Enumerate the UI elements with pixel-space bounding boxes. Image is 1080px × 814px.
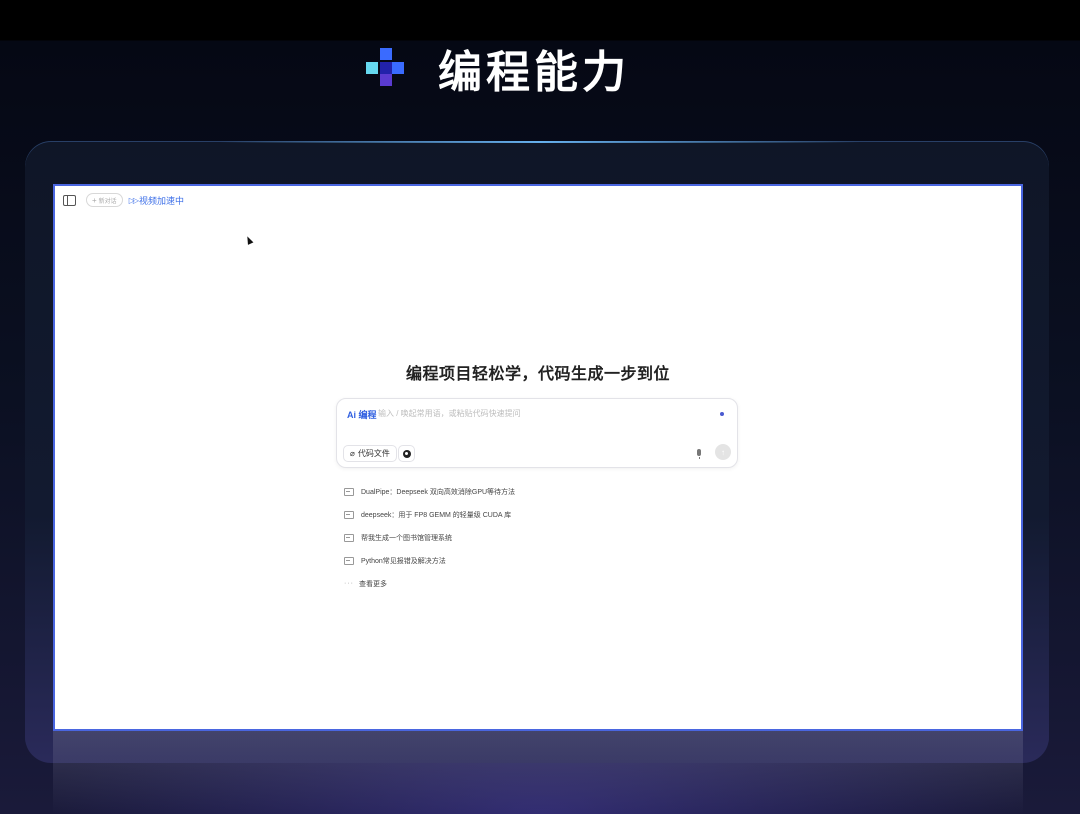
section-heading: 编程能力 (366, 40, 630, 98)
prompt-input[interactable]: 输入 / 唤起常用语，或粘贴代码快速提问 (378, 408, 521, 419)
github-icon (402, 449, 411, 458)
suggestion-item[interactable]: 帮我生成一个图书馆管理系统 (344, 526, 744, 549)
app-screen: + 新对话 ▷▷ 视频加速中 编程项目轻松学，代码生成一步到位 Ai 编程 输入… (53, 184, 1023, 731)
ai-coding-tag: Ai 编程 (347, 410, 377, 420)
logo-square-navy (380, 62, 392, 74)
frame-glow (220, 141, 860, 143)
video-accel-indicator[interactable]: ▷▷ 视频加速中 (129, 194, 184, 207)
new-chat-label: 新对话 (98, 198, 117, 205)
ellipsis-icon: ··· (344, 580, 354, 587)
image-card-icon (344, 510, 354, 519)
plus-icon: + (92, 195, 97, 205)
paperclip-icon: ⌀ (350, 449, 355, 458)
page-title: 编程项目轻松学，代码生成一步到位 (405, 366, 670, 383)
play-forward-icon: ▷▷ (128, 195, 139, 205)
top-black-bar (0, 0, 1080, 40)
screen-reflection (53, 730, 1023, 814)
sidebar-toggle-icon[interactable] (63, 194, 76, 206)
app-toolbar: + 新对话 ▷▷ 视频加速中 (63, 193, 184, 207)
mouse-cursor-icon (244, 235, 254, 245)
github-button[interactable] (398, 445, 415, 462)
suggestion-text: deepseek：用于 FP8 GEMM 的轻量级 CUDA 库 (361, 511, 512, 519)
prompt-input-box[interactable]: Ai 编程 输入 / 唤起常用语，或粘贴代码快速提问 ⌀ 代码文件 ↑ (336, 398, 738, 468)
attach-label: 代码文件 (357, 449, 390, 458)
section-title: 编程能力 (438, 47, 630, 98)
view-more-label: 查看更多 (359, 580, 387, 588)
suggestion-item[interactable]: DualPipe：Deepseek 双向高效消除GPU等待方法 (344, 480, 744, 503)
arrow-up-icon: ↑ (721, 447, 725, 457)
suggestion-item[interactable]: deepseek：用于 FP8 GEMM 的轻量级 CUDA 库 (344, 503, 744, 526)
status-dot-icon (720, 412, 724, 416)
microphone-icon[interactable] (697, 449, 701, 459)
suggestion-list: DualPipe：Deepseek 双向高效消除GPU等待方法 deepseek… (344, 480, 744, 595)
video-accel-label: 视频加速中 (139, 195, 185, 206)
brand-logo-icon (366, 48, 406, 88)
logo-square-blue-top (380, 48, 392, 60)
new-chat-button[interactable]: + 新对话 (86, 193, 123, 207)
image-card-icon (344, 533, 354, 542)
suggestion-item[interactable]: Python常见报错及解决方法 (344, 549, 744, 572)
view-more-item[interactable]: ··· 查看更多 (344, 572, 744, 595)
suggestion-text: Python常见报错及解决方法 (361, 557, 446, 565)
attach-code-file-button[interactable]: ⌀ 代码文件 (343, 445, 397, 462)
image-card-icon (344, 556, 354, 565)
logo-square-violet (380, 74, 392, 86)
send-button[interactable]: ↑ (715, 444, 731, 460)
suggestion-text: DualPipe：Deepseek 双向高效消除GPU等待方法 (361, 488, 516, 496)
suggestion-text: 帮我生成一个图书馆管理系统 (361, 534, 452, 542)
logo-square-blue-right (392, 62, 404, 74)
image-card-icon (344, 487, 354, 496)
logo-square-cyan (366, 62, 378, 74)
